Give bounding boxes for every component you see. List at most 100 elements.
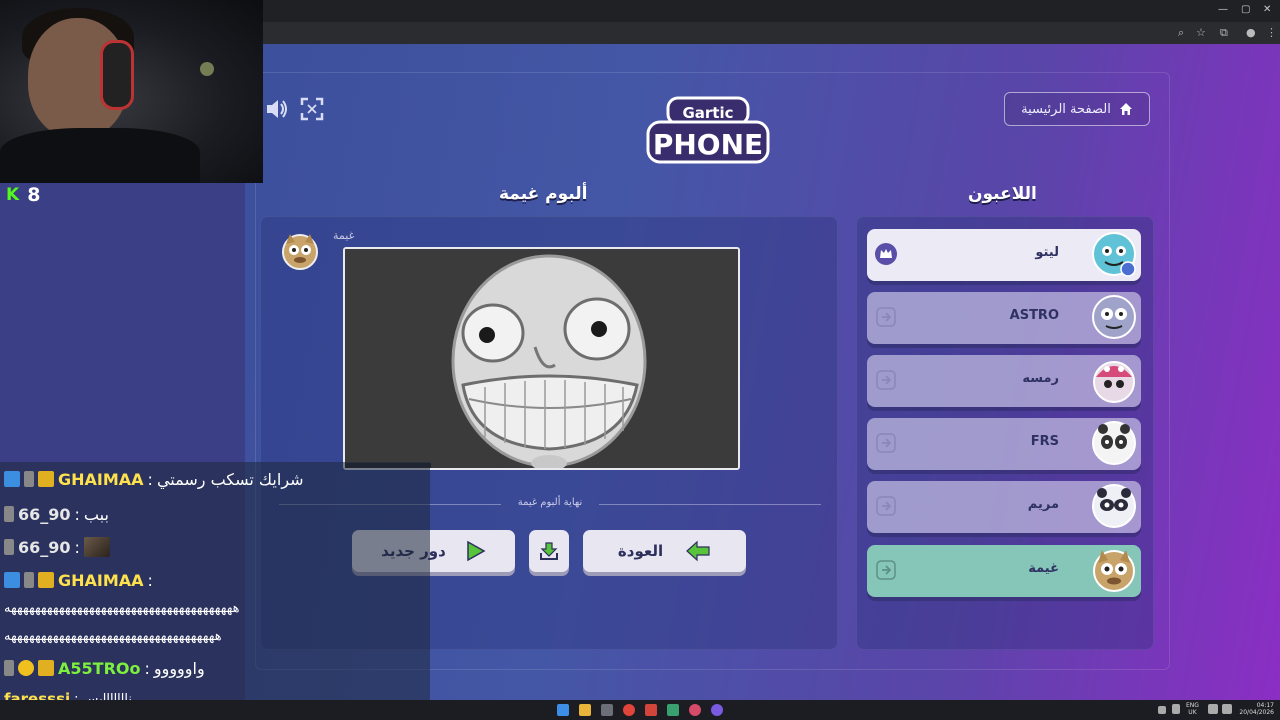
house-icon	[1119, 103, 1132, 115]
player-row: مريم	[867, 481, 1141, 533]
arrow-left-icon	[686, 540, 710, 562]
chat-username: 66_90	[18, 504, 71, 524]
play-icon	[467, 540, 486, 562]
brave-icon[interactable]	[645, 704, 657, 716]
chat-text: شرايك تسكب رسمتي	[156, 469, 304, 489]
kick-player-icon[interactable]	[875, 495, 897, 517]
network-icon[interactable]	[1208, 704, 1218, 714]
microphone-icon[interactable]	[1172, 704, 1180, 714]
album-title: ألبوم غيمة	[499, 184, 588, 204]
chat-text: ببب	[83, 504, 109, 524]
chat-message: 66_90 :	[4, 535, 110, 559]
menu-icon[interactable]: ⋮	[1266, 26, 1277, 39]
player-avatar	[1093, 361, 1135, 403]
app-icon[interactable]	[689, 704, 701, 716]
crown-badge-icon	[38, 572, 54, 588]
album-author-avatar	[282, 234, 318, 270]
home-button-label: الصفحة الرئيسية	[1021, 101, 1111, 117]
player-name: مريم	[1027, 497, 1059, 512]
player-name: ASTRO	[1009, 308, 1059, 323]
clock[interactable]: 04:17 20/04/2026	[1238, 702, 1274, 716]
chat-username: A55TROo	[58, 658, 141, 678]
player-name: غيمة	[1028, 561, 1059, 576]
trash-icon	[24, 471, 34, 487]
trash-icon	[4, 660, 14, 676]
kick-logo-icon: K	[6, 185, 20, 205]
webcam-overlay	[0, 0, 263, 183]
download-button[interactable]	[529, 530, 569, 572]
logo-bottom-text: PHONE	[653, 128, 763, 161]
player-name: رمسه	[1022, 371, 1059, 386]
back-label: العودة	[617, 542, 664, 560]
player-avatar	[1092, 295, 1136, 339]
sound-icon[interactable]	[263, 96, 289, 122]
player-name: FRS	[1030, 434, 1059, 449]
chat-message: A55TROo : واووووو	[4, 656, 205, 680]
player-row: ASTRO	[867, 292, 1141, 344]
player-row: FRS	[867, 418, 1141, 470]
language-indicator[interactable]: ENG UK	[1186, 702, 1199, 716]
tray-chevron-icon[interactable]	[1158, 706, 1166, 714]
crown-badge-icon	[38, 660, 54, 676]
profile-icon[interactable]: ●	[1246, 26, 1256, 39]
moderator-badge-icon	[4, 572, 20, 588]
lang-code: ENG	[1186, 702, 1199, 709]
subscriber-badge-icon	[18, 660, 34, 676]
player-row-host: ليتو	[867, 229, 1141, 281]
extensions-icon[interactable]: ⧉	[1220, 26, 1228, 40]
home-button[interactable]: الصفحة الرئيسية	[1004, 92, 1150, 126]
player-name: ليتو	[1035, 245, 1059, 260]
lang-region: UK	[1188, 709, 1197, 716]
crown-badge-icon	[38, 471, 54, 487]
player-avatar	[1092, 484, 1136, 528]
chat-message: GHAIMAA :	[4, 568, 153, 592]
minimize-icon[interactable]: —	[1218, 4, 1228, 15]
crown-icon	[875, 243, 897, 265]
leave-icon[interactable]	[875, 559, 897, 581]
player-avatar	[1093, 550, 1135, 592]
fullscreen-icon[interactable]	[299, 96, 325, 122]
clock-date: 20/04/2026	[1239, 709, 1274, 716]
viewer-count: K 8	[6, 184, 40, 206]
album-end-text: نهاية ألبوم غيمة	[517, 497, 583, 508]
chat-username: GHAIMAA	[58, 570, 144, 590]
kick-player-icon[interactable]	[875, 306, 897, 328]
album-drawing	[343, 247, 740, 470]
gartic-phone-logo: Gartic PHONE	[646, 96, 770, 164]
app-icon[interactable]	[667, 704, 679, 716]
chat-message: 66_90 : ببب	[4, 502, 109, 526]
bookmark-star-icon[interactable]: ☆	[1196, 26, 1206, 39]
chrome-icon[interactable]	[623, 704, 635, 716]
file-explorer-icon[interactable]	[579, 704, 591, 716]
drawing-canvas	[345, 249, 738, 468]
maximize-icon[interactable]: ▢	[1241, 4, 1250, 15]
chat-emote-image	[83, 537, 110, 557]
chat-username: 66_90	[18, 537, 71, 557]
viewer-count-value: 8	[27, 184, 41, 206]
logo-top-text: Gartic	[682, 104, 733, 122]
back-button[interactable]: العودة	[583, 530, 746, 572]
volume-icon[interactable]	[1222, 704, 1232, 714]
trash-icon	[24, 572, 34, 588]
player-row-self: غيمة	[867, 545, 1141, 597]
chat-username: GHAIMAA	[58, 469, 144, 489]
trash-icon	[4, 506, 14, 522]
player-row: رمسه	[867, 355, 1141, 407]
store-icon[interactable]	[601, 704, 613, 716]
windows-taskbar	[0, 700, 1280, 720]
kick-player-icon[interactable]	[875, 432, 897, 454]
player-avatar	[1092, 421, 1136, 465]
trash-icon	[4, 539, 14, 555]
download-icon	[540, 542, 558, 560]
windows-start-icon[interactable]	[557, 704, 569, 716]
discord-icon[interactable]	[711, 704, 723, 716]
kick-player-icon[interactable]	[875, 369, 897, 391]
moderator-badge-icon	[4, 471, 20, 487]
stream-chat: GHAIMAA : شرايك تسكب رسمتي 66_90 : ببب 6…	[0, 462, 430, 708]
chat-text: ههههههههههههههههههههههههههههههههههههههه	[4, 601, 241, 616]
chat-text: هههههههههههههههههههههههههههههههههههه	[4, 629, 223, 644]
chat-text: واووووو	[153, 658, 205, 678]
clock-time: 04:17	[1256, 702, 1274, 709]
close-icon[interactable]: ✕	[1263, 4, 1271, 15]
zoom-icon[interactable]: ⌕	[1178, 26, 1184, 40]
